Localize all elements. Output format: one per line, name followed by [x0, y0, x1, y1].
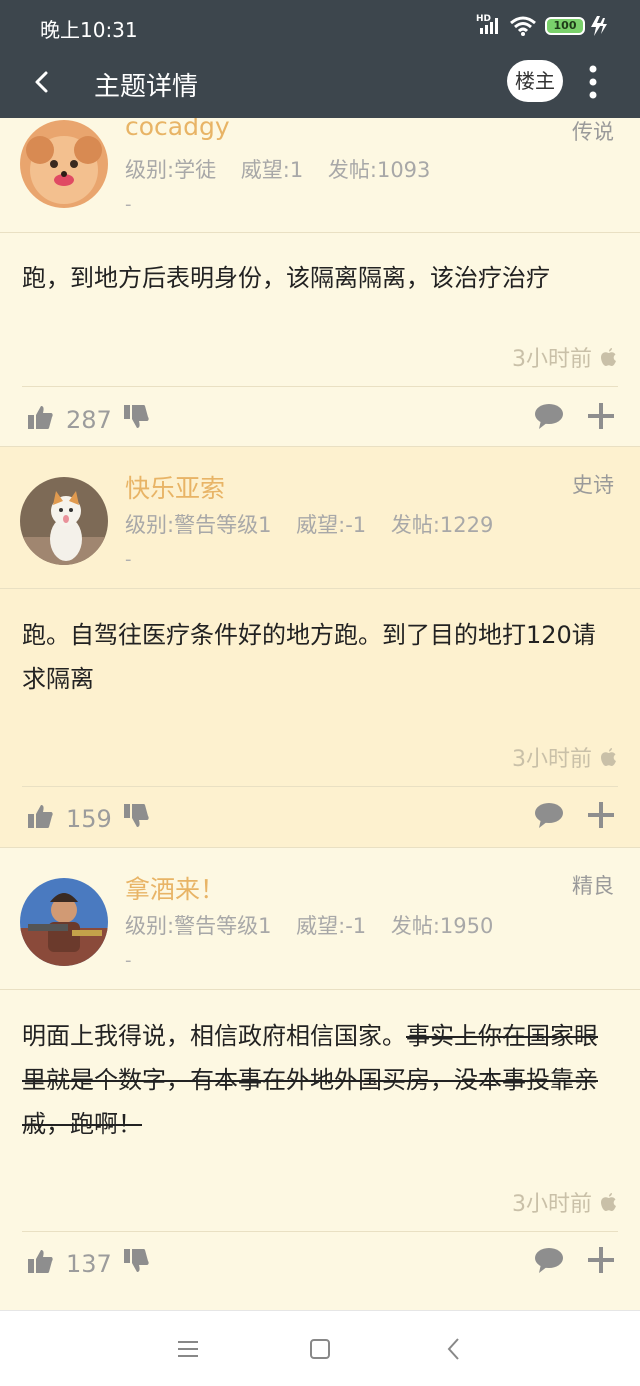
thumbs-up-icon[interactable] — [26, 403, 54, 431]
plus-icon[interactable] — [587, 801, 615, 829]
divider — [22, 786, 618, 787]
divider — [22, 1231, 618, 1232]
comment-icon[interactable] — [534, 801, 564, 829]
user-signature: - — [125, 950, 132, 971]
reply-post: cocadgy 传说 级别:学徒 威望:1 发帖:1093 - 跑，到地方后表明… — [0, 98, 640, 446]
app-bar: 主题详情 楼主 — [0, 52, 640, 118]
post-actions: 159 — [0, 789, 640, 849]
like-count: 159 — [66, 805, 112, 833]
reply-post: 快乐亚索 史诗 级别:警告等级1 威望:-1 发帖:1229 - 跑。自驾往医疗… — [0, 447, 640, 847]
status-bar: 晚上10:31 HD 100 — [0, 0, 640, 52]
user-level: 级别:警告等级1 — [125, 513, 272, 537]
like-count: 287 — [66, 406, 112, 434]
user-avatar[interactable] — [20, 878, 108, 966]
thumbs-up-icon[interactable] — [26, 1247, 54, 1275]
user-avatar[interactable] — [20, 477, 108, 565]
post-actions: 287 — [0, 390, 640, 450]
user-meta: 级别:学徒 威望:1 发帖:1093 — [125, 154, 448, 184]
user-reputation: 威望:-1 — [296, 914, 367, 938]
thumbs-down-icon[interactable] — [122, 1247, 150, 1275]
signal-icon — [480, 18, 498, 34]
post-time: 3小时前 — [512, 741, 618, 773]
post-content: 明面上我得说，相信政府相信国家。事实上你在国家眼里就是个数字，有本事在外地外国买… — [22, 1014, 618, 1146]
reply-post: 拿酒来！ 精良 级别:警告等级1 威望:-1 发帖:1950 - 明面上我得说，… — [0, 848, 640, 1308]
post-content: 跑。自驾往医疗条件好的地方跑。到了目的地打120请求隔离 — [22, 621, 596, 693]
post-time: 3小时前 — [512, 1186, 618, 1218]
back-arrow-icon[interactable] — [28, 67, 58, 97]
user-reputation: 威望:1 — [240, 158, 304, 182]
more-options-icon[interactable] — [583, 62, 603, 102]
battery-indicator: 100 — [545, 17, 585, 35]
post-time-text: 3小时前 — [512, 347, 592, 372]
post-content-text: 明面上我得说，相信政府相信国家。 — [22, 1022, 406, 1050]
plus-icon[interactable] — [587, 402, 615, 430]
thread-owner-button[interactable]: 楼主 — [507, 60, 563, 102]
user-reputation: 威望:-1 — [296, 513, 367, 537]
divider — [22, 386, 618, 387]
top-bar: 晚上10:31 HD 100 主题详情 楼主 — [0, 0, 640, 118]
charging-icon — [591, 16, 607, 36]
user-level: 级别:警告等级1 — [125, 914, 272, 938]
like-count: 137 — [66, 1250, 112, 1278]
user-meta: 级别:警告等级1 威望:-1 发帖:1229 — [125, 509, 511, 539]
back-icon[interactable] — [438, 1333, 470, 1365]
page-title: 主题详情 — [94, 72, 199, 102]
comment-icon[interactable] — [534, 402, 564, 430]
apple-icon — [601, 348, 616, 366]
user-post-count: 发帖:1229 — [390, 513, 494, 537]
user-signature: - — [125, 194, 132, 215]
plus-icon[interactable] — [587, 1246, 615, 1274]
divider — [0, 588, 640, 589]
apple-icon — [601, 748, 616, 766]
username[interactable]: 拿酒来！ — [125, 870, 225, 906]
thumbs-up-icon[interactable] — [26, 802, 54, 830]
post-time-text: 3小时前 — [512, 1192, 592, 1217]
user-rank: 精良 — [572, 874, 614, 898]
user-meta: 级别:警告等级1 威望:-1 发帖:1950 — [125, 910, 511, 940]
divider — [0, 232, 640, 233]
user-post-count: 发帖:1950 — [390, 914, 494, 938]
user-signature: - — [125, 549, 132, 570]
post-time-text: 3小时前 — [512, 747, 592, 772]
apple-icon — [601, 1193, 616, 1211]
user-rank: 传说 — [572, 120, 614, 144]
post-actions: 137 — [0, 1234, 640, 1294]
thumbs-down-icon[interactable] — [122, 802, 150, 830]
system-nav-bar — [0, 1310, 640, 1386]
post-content: 跑，到地方后表明身份，该隔离隔离，该治疗治疗 — [22, 264, 550, 292]
divider — [0, 989, 640, 990]
post-time: 3小时前 — [512, 341, 618, 373]
menu-icon[interactable] — [172, 1333, 204, 1365]
user-avatar[interactable] — [20, 120, 108, 208]
comment-icon[interactable] — [534, 1246, 564, 1274]
wifi-icon — [510, 16, 536, 36]
username[interactable]: 快乐亚索 — [125, 469, 225, 505]
home-square-icon[interactable] — [304, 1333, 336, 1365]
user-level: 级别:学徒 — [125, 158, 217, 182]
thumbs-down-icon[interactable] — [122, 403, 150, 431]
status-time: 晚上10:31 — [40, 18, 138, 42]
user-rank: 史诗 — [572, 473, 614, 497]
user-post-count: 发帖:1093 — [327, 158, 431, 182]
